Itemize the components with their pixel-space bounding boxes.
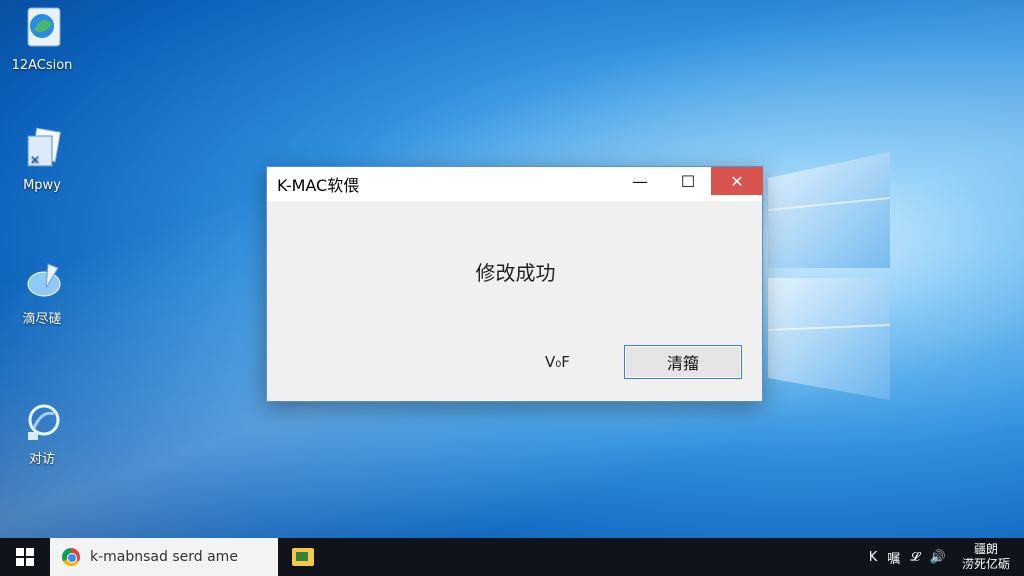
clock-line-2: 涝死亿砺 xyxy=(961,557,1010,571)
chrome-icon xyxy=(62,548,80,566)
volume-icon[interactable]: 🔊 xyxy=(930,550,946,565)
tray-item-2[interactable]: 嘱 xyxy=(887,548,900,567)
file-explorer-icon[interactable] xyxy=(292,548,314,566)
windows-wallpaper-logo xyxy=(767,152,891,400)
minimize-button[interactable]: — xyxy=(617,167,663,195)
confirm-button[interactable]: 清籀 xyxy=(624,345,742,379)
svg-text:✕: ✕ xyxy=(30,153,40,167)
clock[interactable]: 疆朗 涝死亿砺 xyxy=(962,542,1010,572)
dialog-titlebar[interactable]: K-MAC软偎 — ☐ ✕ xyxy=(267,167,763,201)
paint-icon xyxy=(18,258,66,306)
app-icon xyxy=(18,4,66,52)
secondary-label: V₀F xyxy=(545,353,570,371)
tray-item-1[interactable]: K xyxy=(869,550,878,565)
desktop-icon-label: 滴尽磋 xyxy=(22,312,62,327)
tray-item-3[interactable]: 𝓛 xyxy=(910,550,919,565)
message-dialog: K-MAC软偎 — ☐ ✕ 修改成功 V₀F 清籀 xyxy=(266,166,763,402)
minimize-icon: — xyxy=(632,171,648,191)
desktop-icon-1[interactable]: 12ACsion xyxy=(2,4,82,74)
windows-icon xyxy=(16,548,34,566)
desktop-icon-label: 对访 xyxy=(28,452,55,467)
clock-line-1: 疆朗 xyxy=(973,542,998,556)
desktop-icon-label: 12ACsion xyxy=(11,58,73,73)
close-icon: ✕ xyxy=(730,171,744,191)
maximize-icon: ☐ xyxy=(680,171,696,191)
search-text: k-mabnsad serd ame xyxy=(90,549,238,565)
dialog-title: K-MAC软偎 xyxy=(277,176,360,195)
desktop-icon-4[interactable]: 对访 xyxy=(2,398,82,468)
desktop-icon-3[interactable]: 滴尽磋 xyxy=(2,258,82,328)
dialog-message: 修改成功 xyxy=(475,261,556,285)
taskbar-search[interactable]: k-mabnsad serd ame xyxy=(50,538,278,576)
desktop-icon-2[interactable]: ✕ Mpwy xyxy=(2,124,82,194)
start-button[interactable] xyxy=(0,538,50,576)
desktop-icon-label: Mpwy xyxy=(23,178,61,193)
document-icon: ✕ xyxy=(18,124,66,172)
taskbar: k-mabnsad serd ame K 嘱 𝓛 🔊 疆朗 涝死亿砺 xyxy=(0,538,1024,576)
system-tray: K 嘱 𝓛 🔊 疆朗 涝死亿砺 xyxy=(869,538,1010,576)
globe-icon xyxy=(18,398,66,446)
close-button[interactable]: ✕ xyxy=(711,167,763,195)
maximize-button[interactable]: ☐ xyxy=(665,167,711,195)
